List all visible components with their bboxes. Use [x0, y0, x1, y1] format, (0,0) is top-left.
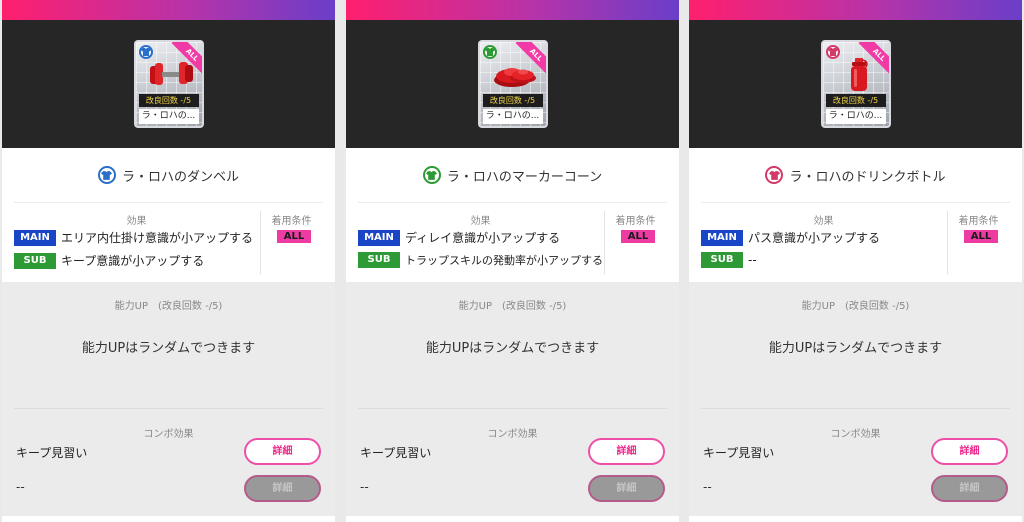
equipment-compare-screen: ALL 改良回数 -/5 ラ・ロハの... ラ・ロハのダンベル 効果 MAIN … [0, 0, 1024, 522]
item-card[interactable]: ALL 改良回数 -/5 ラ・ロハの... [820, 40, 891, 128]
combo-empty: -- [703, 480, 712, 494]
item-hero: ALL 改良回数 -/5 ラ・ロハの... [346, 20, 679, 148]
sub-effect-text: トラップスキルの発動率が小アップする [405, 254, 603, 267]
effects-section: 効果 MAIN ディレイ意識が小アップする SUB トラップスキルの発動率が小ア… [358, 202, 667, 280]
main-effect-text: パス意識が小アップする [748, 231, 881, 245]
item-card[interactable]: ALL 改良回数 -/5 ラ・ロハの... [477, 40, 548, 128]
combo-detail-button-disabled: 詳細 [244, 475, 321, 502]
card-upgrade-count: 改良回数 -/5 [825, 94, 886, 107]
condition-header: 着用条件 [615, 216, 656, 227]
card-upgrade-count: 改良回数 -/5 [138, 94, 199, 107]
drink-bottle-icon [850, 58, 868, 91]
header-bar [689, 0, 1022, 20]
divider [701, 408, 1010, 409]
divider [358, 408, 667, 409]
sub-effect-row: SUB キープ意識が小アップする [14, 252, 204, 269]
marker-cone-icon [493, 68, 536, 87]
item-title: ラ・ロハのマーカーコーン [446, 169, 603, 185]
shirt-icon [422, 166, 441, 184]
ability-combo-section: 能力UP (改良回数 -/5) 能力UPはランダムでつきます コンボ効果 キープ… [689, 282, 1022, 516]
ability-combo-section: 能力UP (改良回数 -/5) 能力UPはランダムでつきます コンボ効果 キープ… [2, 282, 335, 516]
item-panel-1: ALL 改良回数 -/5 ラ・ロハの... ラ・ロハのダンベル 効果 MAIN … [2, 0, 335, 522]
item-title-row: ラ・ロハのマーカーコーン [346, 148, 679, 202]
item-title: ラ・ロハのダンベル [121, 169, 239, 185]
combo-name: キープ見習い [16, 446, 88, 460]
combo-detail-button-disabled: 詳細 [931, 475, 1008, 502]
ability-header: 能力UP (改良回数 -/5) [458, 301, 567, 312]
shirt-icon [97, 166, 116, 184]
effects-header: 効果 [813, 216, 834, 227]
ability-header: 能力UP (改良回数 -/5) [114, 301, 223, 312]
sub-effect-row: SUB トラップスキルの発動率が小アップする [358, 252, 603, 268]
item-title: ラ・ロハのドリンクボトル [789, 169, 946, 185]
item-panel-3: ALL 改良回数 -/5 ラ・ロハの... ラ・ロハのドリンクボトル 効果 MA… [689, 0, 1022, 522]
combo-name: キープ見習い [703, 446, 775, 460]
card-item-name: ラ・ロハの... [825, 109, 886, 124]
ability-text: 能力UPはランダムでつきます [768, 341, 943, 356]
main-effect-row: MAIN パス意識が小アップする [701, 229, 880, 246]
combo-name: キープ見習い [360, 446, 432, 460]
dumbbell-icon [149, 62, 193, 85]
sub-effect-text: キープ意識が小アップする [61, 254, 205, 268]
effects-header: 効果 [126, 216, 147, 227]
item-card[interactable]: ALL 改良回数 -/5 ラ・ロハの... [133, 40, 204, 128]
condition-tag: ALL [621, 230, 655, 243]
main-badge: MAIN [14, 229, 56, 246]
main-effect-text: ディレイ意識が小アップする [405, 231, 561, 245]
condition-header: 着用条件 [271, 216, 312, 227]
item-panel-2: ALL 改良回数 -/5 ラ・ロハの... ラ・ロハのマーカーコーン 効果 MA… [346, 0, 679, 522]
condition-tag: ALL [277, 230, 311, 243]
card-item-name: ラ・ロハの... [482, 109, 543, 124]
card-upgrade-count: 改良回数 -/5 [482, 94, 543, 107]
sub-badge: SUB [14, 252, 56, 269]
combo-detail-button-disabled: 詳細 [588, 475, 665, 502]
item-hero: ALL 改良回数 -/5 ラ・ロハの... [2, 20, 335, 148]
main-effect-text: エリア内仕掛け意識が小アップする [61, 231, 254, 245]
ability-text: 能力UPはランダムでつきます [425, 341, 600, 356]
sub-effect-row: SUB -- [701, 252, 757, 268]
ability-header: 能力UP (改良回数 -/5) [801, 301, 910, 312]
main-effect-row: MAIN ディレイ意識が小アップする [358, 229, 560, 246]
item-title-row: ラ・ロハのダンベル [2, 148, 335, 202]
combo-detail-button[interactable]: 詳細 [244, 438, 321, 465]
sub-badge: SUB [701, 252, 743, 268]
effects-section: 効果 MAIN パス意識が小アップする SUB -- 着用条件 ALL [701, 202, 1010, 280]
combo-detail-button[interactable]: 詳細 [931, 438, 1008, 465]
ability-combo-section: 能力UP (改良回数 -/5) 能力UPはランダムでつきます コンボ効果 キープ… [346, 282, 679, 516]
main-badge: MAIN [701, 229, 743, 246]
ability-text: 能力UPはランダムでつきます [81, 341, 256, 356]
main-badge: MAIN [358, 229, 400, 246]
header-bar [2, 0, 335, 20]
condition-tag: ALL [964, 230, 998, 243]
shirt-icon [765, 166, 784, 184]
sub-badge: SUB [358, 252, 400, 268]
main-effect-row: MAIN エリア内仕掛け意識が小アップする [14, 229, 253, 246]
combo-empty: -- [360, 480, 369, 494]
item-hero: ALL 改良回数 -/5 ラ・ロハの... [689, 20, 1022, 148]
header-bar [346, 0, 679, 20]
effects-header: 効果 [470, 216, 491, 227]
combo-detail-button[interactable]: 詳細 [588, 438, 665, 465]
combo-empty: -- [16, 480, 25, 494]
effects-section: 効果 MAIN エリア内仕掛け意識が小アップする SUB キープ意識が小アップす… [14, 202, 323, 280]
sub-effect-text: -- [748, 253, 757, 267]
card-item-name: ラ・ロハの... [138, 109, 199, 124]
condition-header: 着用条件 [958, 216, 999, 227]
divider [14, 408, 323, 409]
item-title-row: ラ・ロハのドリンクボトル [689, 148, 1022, 202]
